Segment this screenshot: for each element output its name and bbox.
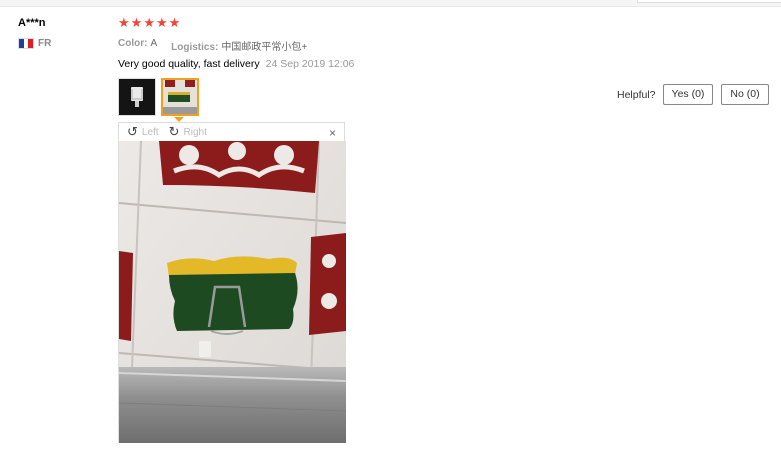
star-icon: ★ [143,15,155,30]
star-icon: ★ [130,15,143,30]
helpful-no-button[interactable]: No (0) [721,84,769,105]
review-text: Very good quality, fast delivery [118,58,260,70]
order-meta: Color: A Logistics: 中国邮政平常小包+ [118,38,307,53]
rotate-left-icon[interactable]: ↺ [127,125,138,138]
country-code: FR [38,38,52,49]
photo-thumbnail-2[interactable] [161,78,199,116]
star-icon: ★ [168,15,181,30]
logistics-label: Logistics: [171,42,219,53]
photo-thumbnail-1[interactable] [118,78,156,116]
logistics-info: Logistics: 中国邮政平常小包+ [171,38,307,53]
reviewer-country: FR [18,38,51,49]
viewer-toolbar: ↺ Left ↻ Right × [119,123,344,141]
france-flag-icon [18,38,34,49]
close-icon[interactable]: × [329,126,336,140]
reviewer-name: A***n [18,17,46,29]
color-info: Color: A [118,38,157,53]
rotate-left-label[interactable]: Left [142,127,159,138]
helpful-controls: Helpful? Yes (0) No (0) [617,84,769,105]
sponge-photo-icon [163,80,197,114]
star-icon: ★ [155,15,168,30]
helpful-label: Helpful? [617,88,656,101]
top-border-stub [637,0,781,3]
star-icon: ★ [118,15,130,30]
photo-viewer: ↺ Left ↻ Right × [118,122,346,443]
product-photo-icon [119,79,155,115]
color-label: Color: [118,38,148,49]
sponge-holder-photo [119,141,346,443]
review-photo [119,141,346,443]
review-thumbnails [118,78,199,116]
rotate-right-label[interactable]: Right [184,127,207,138]
review-body: Very good quality, fast delivery 24 Sep 2… [118,58,354,70]
color-value: A [150,38,158,49]
star-rating: ★ ★ ★ ★ ★ [118,16,180,30]
logistics-value: 中国邮政平常小包+ [221,42,308,53]
rotate-right-icon[interactable]: ↻ [169,125,180,138]
helpful-yes-button[interactable]: Yes (0) [662,84,714,105]
review-date: 24 Sep 2019 12:06 [265,58,355,70]
